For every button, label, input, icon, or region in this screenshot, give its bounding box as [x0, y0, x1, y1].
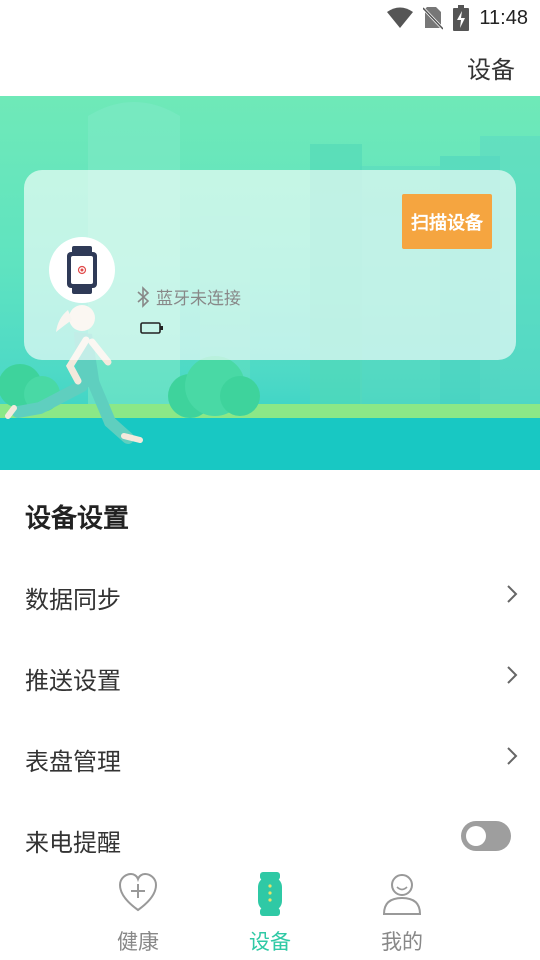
device-settings-title: 设备设置 — [25, 504, 130, 534]
device-avatar — [49, 237, 115, 303]
battery-icon — [140, 322, 163, 334]
settings-item-label: 来电提醒 — [25, 829, 121, 857]
settings-item-push[interactable]: 推送设置 — [0, 637, 540, 717]
nav-label: 我的 — [381, 930, 423, 954]
chevron-right-icon — [507, 666, 518, 684]
heart-plus-icon — [118, 872, 158, 912]
nav-label: 健康 — [117, 930, 159, 954]
status-bar: 11:48 — [0, 0, 540, 36]
settings-item-label: 数据同步 — [25, 586, 121, 614]
hero-banner: 扫描设备 蓝牙未连接 — [0, 96, 540, 470]
bluetooth-status: 蓝牙未连接 — [156, 289, 241, 309]
nav-label: 设备 — [249, 930, 291, 954]
settings-item-data-sync[interactable]: 数据同步 — [0, 556, 540, 636]
chevron-right-icon — [507, 747, 518, 765]
band-icon — [258, 872, 282, 916]
nav-item-device[interactable]: 设备 — [220, 868, 320, 958]
person-icon — [382, 874, 422, 915]
device-card: 扫描设备 蓝牙未连接 — [24, 170, 516, 360]
toggle-knob — [466, 826, 486, 846]
settings-item-label: 表盘管理 — [25, 748, 121, 776]
nav-item-me[interactable]: 我的 — [352, 868, 452, 958]
settings-item-label: 推送设置 — [25, 667, 121, 695]
status-time: 11:48 — [479, 6, 528, 29]
no-sim-icon — [423, 6, 444, 30]
status-icons: 11:48 — [387, 4, 528, 32]
bluetooth-icon — [137, 285, 150, 308]
scan-device-button[interactable]: 扫描设备 — [402, 194, 492, 249]
battery-charging-icon — [453, 5, 470, 31]
page-title: 设备 — [467, 56, 515, 84]
watch-icon — [67, 246, 97, 294]
nav-item-health[interactable]: 健康 — [88, 868, 188, 958]
call-reminder-toggle[interactable] — [461, 821, 511, 851]
bottom-nav: 健康 设备 我的 — [0, 862, 540, 960]
app-header: 设备 — [0, 36, 540, 96]
chevron-right-icon — [507, 585, 518, 603]
bluetooth-status-row: 蓝牙未连接 — [136, 284, 241, 309]
wifi-icon — [387, 7, 414, 28]
settings-item-watchface[interactable]: 表盘管理 — [0, 718, 540, 798]
